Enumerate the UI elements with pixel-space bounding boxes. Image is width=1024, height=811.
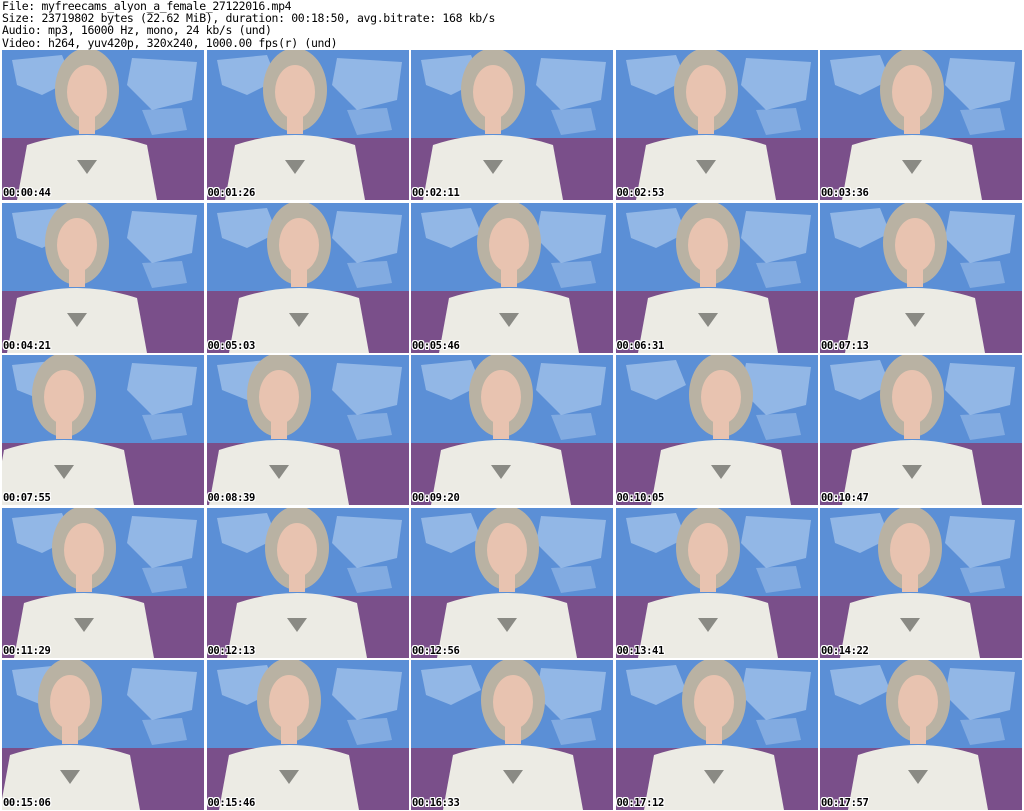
frame-timestamp: 00:05:03 <box>207 339 256 352</box>
frame-image <box>2 355 204 505</box>
frame-timestamp: 00:04:21 <box>3 339 51 352</box>
video-frame-thumbnail: 00:13:41 <box>615 507 818 658</box>
frame-image <box>206 202 409 353</box>
video-frame-thumbnail: 00:09:20 <box>411 355 613 505</box>
video-frame-thumbnail: 00:07:55 <box>2 355 204 505</box>
frame-timestamp: 00:13:41 <box>616 644 665 657</box>
frame-image <box>615 355 818 505</box>
frame-timestamp: 00:02:11 <box>412 187 460 199</box>
frame-timestamp: 00:12:56 <box>412 644 460 657</box>
frame-timestamp: 00:06:31 <box>616 339 665 352</box>
video-frame-thumbnail: 00:02:53 <box>615 50 818 200</box>
video-info-line: Video: h264, yuv420p, 320x240, 1000.00 f… <box>2 35 338 50</box>
frame-timestamp: 00:10:47 <box>821 492 869 504</box>
frame-image <box>820 50 1022 200</box>
frame-timestamp: 00:08:39 <box>207 492 256 504</box>
frame-timestamp: 00:16:33 <box>412 797 460 809</box>
frame-image <box>206 355 409 505</box>
frame-timestamp: 00:17:57 <box>821 797 869 809</box>
video-frame-thumbnail: 00:12:13 <box>206 507 409 658</box>
video-frame-thumbnail: 00:16:33 <box>411 660 613 810</box>
frame-timestamp: 00:01:26 <box>207 187 256 199</box>
frame-timestamp: 00:15:46 <box>207 797 256 809</box>
frame-image <box>411 660 613 810</box>
video-frame-thumbnail: 00:05:46 <box>411 202 613 353</box>
frame-timestamp: 00:02:53 <box>616 187 665 199</box>
video-frame-thumbnail: 00:02:11 <box>411 50 613 200</box>
thumbnail-grid: 00:00:44 00:01:26 00:02:11 00:02:53 00:03:36… <box>2 50 1022 810</box>
video-frame-thumbnail: 00:01:26 <box>206 50 409 200</box>
frame-timestamp: 00:00:44 <box>3 187 51 199</box>
video-frame-thumbnail: 00:15:46 <box>206 660 409 810</box>
frame-timestamp: 00:14:22 <box>821 644 869 657</box>
frame-image <box>820 355 1022 505</box>
file-info-header: File: myfreecams_alyon_a_female_27122016… <box>2 0 1022 50</box>
frame-timestamp: 00:07:55 <box>3 492 51 504</box>
video-frame-thumbnail: 00:10:47 <box>820 355 1022 505</box>
audio-info-line: Audio: mp3, 16000 Hz, mono, 24 kb/s (und… <box>2 23 272 38</box>
frame-timestamp: 00:15:06 <box>3 797 51 809</box>
frame-image <box>615 50 818 200</box>
video-frame-thumbnail: 00:03:36 <box>820 50 1022 200</box>
frame-image <box>2 202 204 353</box>
frame-image <box>820 507 1022 658</box>
frame-timestamp: 00:17:12 <box>616 797 665 809</box>
video-frame-thumbnail: 00:17:57 <box>820 660 1022 810</box>
frame-image <box>820 660 1022 810</box>
video-frame-thumbnail: 00:15:06 <box>2 660 204 810</box>
video-frame-thumbnail: 00:17:12 <box>615 660 818 810</box>
frame-image <box>615 202 818 353</box>
frame-image <box>206 507 409 658</box>
frame-image <box>411 202 613 353</box>
frame-timestamp: 00:11:29 <box>3 644 51 657</box>
frame-image <box>615 507 818 658</box>
frame-timestamp: 00:10:05 <box>616 492 665 504</box>
frame-image <box>411 50 613 200</box>
frame-image <box>411 355 613 505</box>
video-frame-thumbnail: 00:11:29 <box>2 507 204 658</box>
frame-timestamp: 00:03:36 <box>821 187 869 199</box>
frame-timestamp: 00:05:46 <box>412 339 460 352</box>
video-frame-thumbnail: 00:08:39 <box>206 355 409 505</box>
frame-image <box>2 50 204 200</box>
frame-image <box>820 202 1022 353</box>
frame-timestamp: 00:09:20 <box>412 492 460 504</box>
video-frame-thumbnail: 00:14:22 <box>820 507 1022 658</box>
frame-image <box>2 507 204 658</box>
frame-image <box>206 660 409 810</box>
frame-timestamp: 00:12:13 <box>207 644 256 657</box>
video-frame-thumbnail: 00:00:44 <box>2 50 204 200</box>
video-frame-thumbnail: 00:05:03 <box>206 202 409 353</box>
frame-image <box>411 507 613 658</box>
video-frame-thumbnail: 00:07:13 <box>820 202 1022 353</box>
frame-image <box>206 50 409 200</box>
video-frame-thumbnail: 00:10:05 <box>615 355 818 505</box>
video-frame-thumbnail: 00:12:56 <box>411 507 613 658</box>
frame-timestamp: 00:07:13 <box>821 339 869 352</box>
frame-image <box>2 660 204 810</box>
video-frame-thumbnail: 00:06:31 <box>615 202 818 353</box>
frame-image <box>615 660 818 810</box>
video-frame-thumbnail: 00:04:21 <box>2 202 204 353</box>
